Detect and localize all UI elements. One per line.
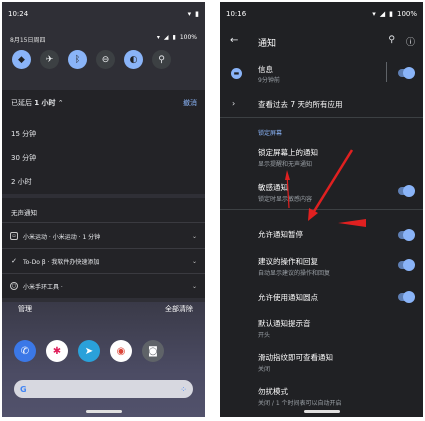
- google-search-bar[interactable]: G ⁘: [14, 380, 193, 398]
- chevron-down-icon[interactable]: ⌄: [192, 233, 197, 240]
- airplane-mode-off-icon: ✈: [45, 54, 54, 65]
- qs-date: 8月15日周四: [10, 37, 46, 44]
- google-icon: G: [20, 384, 27, 394]
- setting-title[interactable]: 滑动指纹即可查看通知: [258, 352, 333, 363]
- assistant-icon[interactable]: ⁘: [180, 385, 187, 394]
- suggested-actions-toggle[interactable]: [398, 259, 415, 271]
- snooze-duration: 1 小时: [34, 99, 56, 107]
- flashlight-icon: ⚲: [158, 54, 165, 65]
- dnd-tile[interactable]: ⊖: [96, 50, 115, 69]
- wifi-icon: ▾: [156, 34, 160, 41]
- battery-percent: 100%: [396, 10, 417, 18]
- wifi-tile[interactable]: ◆: [12, 50, 31, 69]
- do-not-disturb-icon: ⊖: [101, 54, 110, 65]
- snooze-option-30[interactable]: 30 分钟: [11, 153, 36, 163]
- setting-summary: 开头: [258, 332, 271, 339]
- search-icon[interactable]: ⚲: [388, 35, 395, 45]
- airplane-tile[interactable]: ✈: [40, 50, 59, 69]
- chevron-down-icon[interactable]: ⌄: [192, 258, 197, 265]
- sensitive-notifications-toggle[interactable]: [398, 185, 415, 197]
- setting-summary: 自动显示建议的操作和回复: [258, 270, 331, 277]
- page-title: 通知: [258, 39, 277, 49]
- manage-button[interactable]: 管理: [18, 304, 32, 314]
- chevron-down-icon[interactable]: ⌄: [192, 283, 197, 290]
- app-name[interactable]: 信息: [258, 64, 273, 75]
- silent-header: 无声通知: [11, 209, 37, 217]
- chrome-app-icon[interactable]: ◉: [110, 340, 132, 362]
- snooze-option-15[interactable]: 15 分钟: [11, 129, 36, 139]
- wifi-icon: ▾: [187, 10, 192, 18]
- signal-icon: ◢: [163, 34, 169, 41]
- setting-summary: 锁定时显示敏感内容: [258, 196, 313, 203]
- back-arrow-icon[interactable]: ←: [230, 35, 238, 46]
- telegram-app-icon[interactable]: ➤: [78, 340, 100, 362]
- battery-icon: ▮: [389, 10, 393, 18]
- battery-icon: ▮: [195, 10, 199, 18]
- gesture-nav-bar[interactable]: [86, 410, 122, 413]
- status-bar: 10:24 ▾ ▮: [8, 8, 199, 20]
- right-phone-screen: 10:16 ▾ ◢ ▮ 100% ← 通知 ⚲ ⓘ ▬ 信息 9分钟前 › 查看…: [220, 2, 423, 417]
- status-bar: 10:16 ▾ ◢ ▮ 100%: [226, 8, 417, 20]
- snooze-prefix: 已延后: [11, 99, 32, 107]
- section-header: 锁定屏幕: [258, 130, 283, 137]
- setting-title[interactable]: 敏感通知: [258, 182, 288, 193]
- app-dock: ✆ ✱ ➤ ◉ ◙: [14, 340, 164, 362]
- help-icon[interactable]: ⓘ: [406, 35, 415, 48]
- messages-app-icon: ▬: [231, 68, 242, 79]
- snooze-option-2h[interactable]: 2 小时: [11, 177, 32, 187]
- camera-app-icon[interactable]: ◙: [142, 340, 164, 362]
- gesture-nav-bar[interactable]: [304, 410, 340, 413]
- undo-button[interactable]: 撤消: [183, 98, 197, 108]
- app-time: 9分钟前: [258, 77, 280, 84]
- quick-settings-row: ◆ ✈ ᛒ ⊖ ◐ ⚲: [12, 50, 171, 69]
- messages-toggle[interactable]: [398, 67, 415, 79]
- qs-system-icons: ▾ ◢ ▮ 100%: [157, 34, 197, 41]
- check-icon: ✓: [11, 257, 17, 265]
- battery-icon: ▮: [172, 34, 176, 41]
- slack-app-icon[interactable]: ✱: [46, 340, 68, 362]
- dark-theme-icon: ◐: [129, 54, 138, 65]
- band-tool-icon: ○: [10, 282, 18, 290]
- snooze-header[interactable]: 已延后 1 小时 ⌃: [11, 98, 64, 108]
- setting-summary: 显示提醒和无声通知: [258, 161, 313, 168]
- wifi-icon: ▾: [372, 10, 376, 18]
- left-phone-screen: 10:24 ▾ ▮ 8月15日周四 ▾ ◢ ▮ 100% ◆ ✈ ᛒ ⊖ ◐ ⚲…: [2, 2, 205, 417]
- notification-item[interactable]: ▫ 小米运动 · 小米运动 · 1 分钟 ⌄: [2, 225, 205, 247]
- status-time: 10:16: [226, 10, 247, 18]
- see-all-apps-link[interactable]: 查看过去 7 天的所有应用: [258, 99, 343, 110]
- dark-theme-tile[interactable]: ◐: [124, 50, 143, 69]
- allow-snooze-toggle[interactable]: [398, 229, 415, 241]
- setting-summary: 关闭: [258, 366, 271, 373]
- phone-app-icon[interactable]: ✆: [14, 340, 36, 362]
- status-time: 10:24: [8, 10, 29, 18]
- setting-title[interactable]: 允许通知暂停: [258, 229, 303, 240]
- flashlight-tile[interactable]: ⚲: [152, 50, 171, 69]
- setting-title[interactable]: 默认通知提示音: [258, 318, 311, 329]
- xiaomi-sport-icon: ▫: [10, 232, 18, 240]
- chevron-right-icon: ›: [232, 99, 236, 108]
- bluetooth-tile[interactable]: ᛒ: [68, 50, 87, 69]
- setting-title[interactable]: 锁定屏幕上的通知: [258, 147, 318, 158]
- setting-title[interactable]: 建议的操作和回复: [258, 256, 318, 267]
- setting-title[interactable]: 勿扰模式: [258, 386, 288, 397]
- notification-dots-toggle[interactable]: [398, 291, 415, 303]
- wifi-icon: ◆: [18, 54, 25, 65]
- setting-title[interactable]: 允许使用通知圆点: [258, 292, 318, 303]
- signal-icon: ◢: [379, 10, 386, 18]
- battery-percent: 100%: [179, 34, 197, 41]
- clear-all-button[interactable]: 全部清除: [165, 304, 193, 314]
- setting-summary: 关闭 / 1 个时间表可以自动开启: [258, 400, 342, 407]
- notification-item[interactable]: ○ 小米手环工具 · ⌄: [2, 275, 205, 297]
- notification-item[interactable]: ✓ To-Do β · 我软件办快速添加 ⌄: [2, 250, 205, 272]
- bluetooth-icon: ᛒ: [74, 54, 81, 65]
- chevron-up-icon: ⌃: [57, 99, 64, 107]
